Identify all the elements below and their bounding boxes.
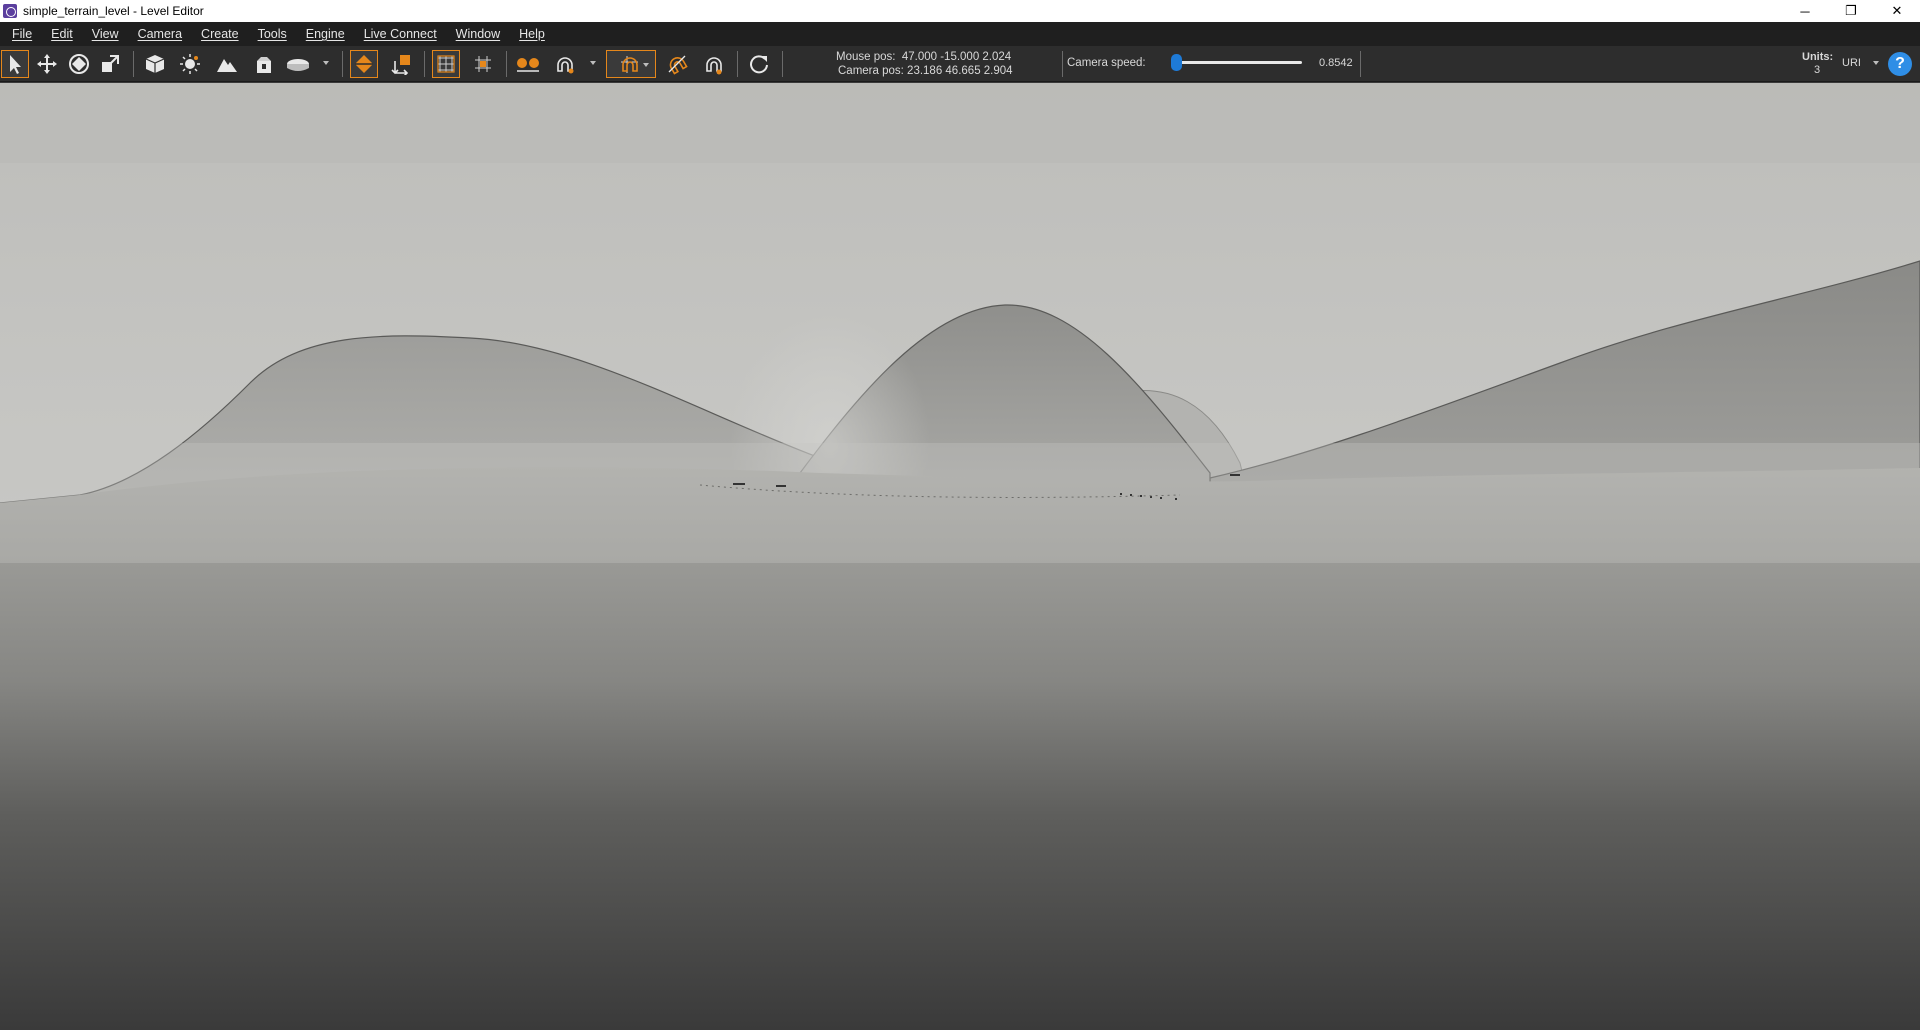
snap-magnet-button[interactable] — [700, 50, 728, 78]
toolbar-separator — [737, 51, 738, 77]
select-tool-button[interactable] — [1, 50, 29, 78]
pivot-magnet-button[interactable] — [663, 50, 691, 78]
camera-pos-label: Camera pos: — [838, 65, 904, 77]
grid-alt-button[interactable] — [469, 50, 497, 78]
grid-alt-icon — [475, 56, 491, 72]
scale-tool-button[interactable] — [96, 50, 124, 78]
terrain-icon — [217, 59, 237, 72]
toolbar: Mouse pos: 47.000 -15.000 2.024 Camera p… — [0, 46, 1920, 82]
sky-top-band — [0, 83, 1920, 163]
magnet-icon — [557, 57, 574, 74]
units-dropdown-arrow[interactable] — [1873, 61, 1879, 65]
prefab-icon — [257, 57, 271, 73]
create-plane-button[interactable] — [284, 50, 312, 78]
toolbar-separator — [133, 51, 134, 77]
menu-engine[interactable]: Engine — [306, 27, 345, 41]
menu-edit[interactable]: Edit — [51, 27, 73, 41]
cube-icon — [145, 55, 165, 73]
menu-camera[interactable]: Camera — [138, 27, 182, 41]
create-light-button[interactable] — [176, 50, 204, 78]
help-button[interactable]: ? — [1888, 52, 1912, 76]
group-button[interactable] — [514, 50, 542, 78]
units-label: Units: — [1802, 51, 1834, 63]
rotate-icon — [69, 54, 89, 74]
mouse-pos-value: 47.000 -15.000 2.024 — [901, 51, 1012, 63]
camera-speed-label: Camera speed: — [1067, 57, 1146, 69]
create-cube-button[interactable] — [141, 50, 169, 78]
units-select[interactable]: URI — [1842, 57, 1861, 69]
refresh-icon — [750, 55, 768, 74]
snap-surface-icon — [355, 55, 373, 73]
3d-viewport[interactable] — [0, 83, 1920, 1030]
restore-button[interactable]: ❐ — [1828, 0, 1874, 22]
magnet-button[interactable] — [551, 50, 579, 78]
window-title: simple_terrain_level - Level Editor — [23, 4, 204, 18]
menu-file[interactable]: File — [12, 27, 32, 41]
toolbar-separator — [1062, 51, 1063, 77]
mouse-position-readout: Mouse pos: 47.000 -15.000 2.024 — [836, 51, 1011, 63]
grid-toggle-button[interactable] — [432, 50, 460, 78]
snap-axis-icon — [391, 55, 410, 75]
camera-position-readout: Camera pos: 23.186 46.665 2.904 — [838, 65, 1013, 77]
close-button[interactable]: ✕ — [1874, 0, 1920, 22]
camera-speed-slider-thumb[interactable] — [1170, 54, 1182, 71]
select-icon — [10, 55, 21, 74]
toolbar-separator — [424, 51, 425, 77]
mouse-pos-label: Mouse pos: — [836, 51, 896, 63]
snap-grid-icon — [621, 56, 638, 73]
menu-create[interactable]: Create — [201, 27, 239, 41]
snap-magnet-icon — [706, 57, 722, 75]
camera-speed-value: 0.8542 — [1319, 57, 1353, 69]
horizon-haze — [0, 443, 1920, 563]
create-prefab-button[interactable] — [250, 50, 278, 78]
move-tool-button[interactable] — [33, 50, 61, 78]
group-icon — [517, 58, 539, 72]
menu-bar: File Edit View Camera Create Tools Engin… — [0, 22, 1920, 46]
move-icon — [37, 54, 57, 74]
toolbar-separator — [342, 51, 343, 77]
pivot-magnet-icon — [668, 55, 688, 75]
create-terrain-button[interactable] — [213, 50, 241, 78]
toolbar-separator — [1360, 51, 1361, 77]
plane-icon — [287, 59, 309, 71]
units-value: 3 — [1814, 64, 1821, 76]
menu-help[interactable]: Help — [519, 27, 545, 41]
camera-speed-slider-track[interactable] — [1172, 61, 1302, 64]
menu-live-connect[interactable]: Live Connect — [364, 27, 437, 41]
light-icon — [180, 54, 200, 74]
create-dropdown-arrow[interactable] — [323, 61, 329, 65]
snap-grid-dropdown-arrow[interactable] — [643, 63, 649, 67]
toolbar-separator — [506, 51, 507, 77]
refresh-button[interactable] — [745, 50, 773, 78]
menu-view[interactable]: View — [92, 27, 119, 41]
scale-icon — [102, 55, 119, 72]
level-editor-window: simple_terrain_level - Level Editor ─ ❐ … — [0, 0, 1920, 1030]
toolbar-separator — [782, 51, 783, 77]
snap-axis-button[interactable] — [387, 50, 415, 78]
terrain-scene — [0, 83, 1920, 1030]
grid-icon — [437, 55, 455, 73]
snap-surface-button[interactable] — [350, 50, 378, 78]
camera-pos-value: 23.186 46.665 2.904 — [907, 65, 1013, 77]
menu-tools[interactable]: Tools — [258, 27, 287, 41]
help-icon: ? — [1895, 55, 1905, 72]
app-logo-icon — [3, 4, 17, 18]
menu-window[interactable]: Window — [456, 27, 500, 41]
minimize-button[interactable]: ─ — [1782, 0, 1828, 22]
snap-grid-button[interactable] — [606, 50, 656, 78]
rotate-tool-button[interactable] — [65, 50, 93, 78]
title-bar: simple_terrain_level - Level Editor ─ ❐ … — [0, 0, 1920, 22]
magnet-dropdown-arrow[interactable] — [590, 61, 596, 65]
